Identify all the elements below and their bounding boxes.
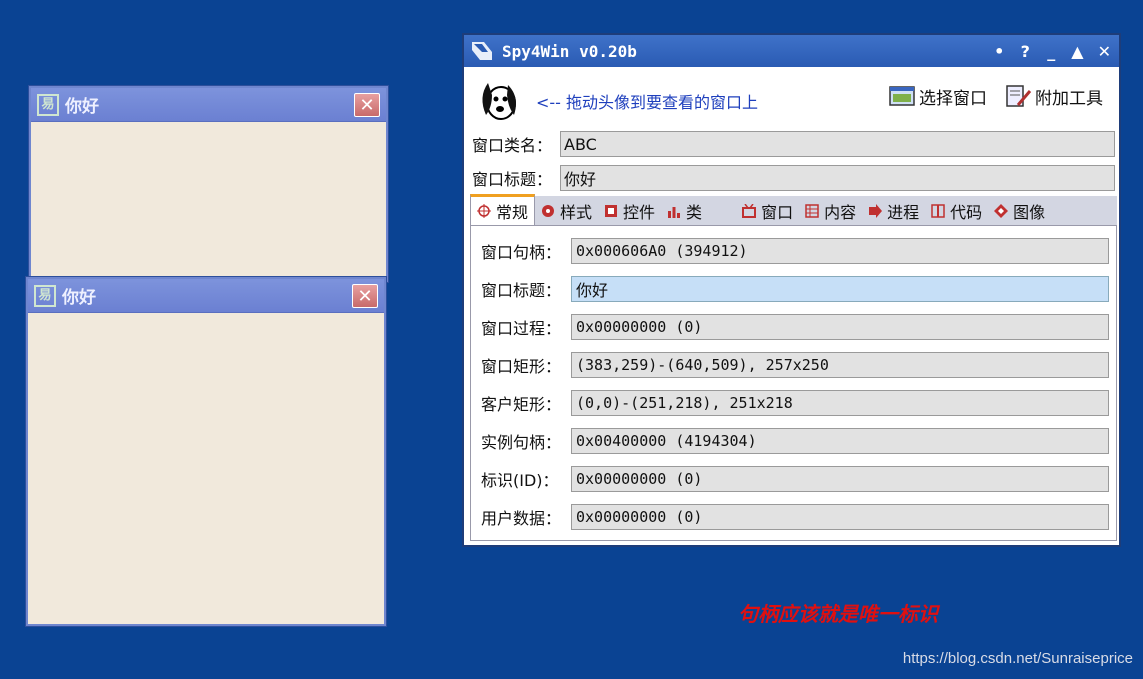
hello-window-2-title: 你好: [62, 288, 96, 308]
tab-window[interactable]: 窗口: [736, 196, 799, 225]
prop-row-userdata: 用户数据： 0x00000000 (0): [481, 504, 1109, 530]
toolbar: <-- 拖动头像到要查看的窗口上 选择窗口 附加工具: [464, 67, 1119, 129]
watermark: https://blog.csdn.net/Sunraiseprice: [902, 650, 1133, 667]
drag-hint-text: <-- 拖动头像到要查看的窗口上: [536, 93, 759, 112]
tab-general[interactable]: 常规: [470, 194, 536, 225]
control-icon: [605, 204, 618, 217]
general-panel: 窗口句柄： 0x000606A0 (394912) 窗口标题： 你好 窗口过程：…: [470, 226, 1117, 541]
pin-button[interactable]: •: [993, 42, 1005, 61]
prop-value-userdata[interactable]: 0x00000000 (0): [571, 504, 1109, 530]
tab-process[interactable]: 进程: [862, 196, 925, 225]
prop-row-id: 标识(ID)： 0x00000000 (0): [481, 466, 1109, 492]
prop-value-caption[interactable]: 你好: [571, 276, 1109, 302]
prop-label: 实例句柄：: [481, 433, 562, 452]
close-icon: ✕: [357, 285, 373, 307]
tools-icon: [1006, 85, 1032, 107]
hello-window-2[interactable]: 易 你好 ✕: [26, 277, 386, 626]
prop-value-handle[interactable]: 0x000606A0 (394912): [571, 238, 1109, 264]
tab-content-label: 内容: [824, 202, 857, 222]
select-window-icon: [889, 86, 915, 106]
prop-value-id[interactable]: 0x00000000 (0): [571, 466, 1109, 492]
prop-label: 窗口标题：: [481, 281, 562, 300]
close-button[interactable]: ✕: [352, 284, 378, 308]
prop-row-wndproc: 窗口过程： 0x00000000 (0): [481, 314, 1109, 340]
prop-label: 客户矩形：: [481, 395, 562, 414]
spy4win-window[interactable]: Spy4Win v0.20b • ? _ ▲ ✕ <-- 拖动头像到要查看的窗口…: [462, 33, 1121, 547]
list-icon: [805, 203, 819, 218]
tab-code-label: 代码: [950, 202, 983, 222]
tab-bar: 常规 样式 控件 类 窗口 内容 进程 代码 图像: [470, 194, 1117, 226]
style-icon: [542, 204, 555, 217]
hello-window-2-titlebar[interactable]: 易 你好 ✕: [28, 279, 384, 313]
tab-controls-label: 控件: [623, 202, 656, 222]
close-button[interactable]: ✕: [1098, 42, 1111, 61]
tab-process-label: 进程: [887, 202, 920, 222]
class-name-field[interactable]: ABC: [560, 131, 1115, 157]
spy4win-title: Spy4Win v0.20b: [502, 41, 637, 61]
prop-row-client-rect: 客户矩形： (0,0)-(251,218), 251x218: [481, 390, 1109, 416]
bar-chart-icon: [668, 206, 681, 218]
image-icon: [994, 203, 1009, 218]
prop-label: 用户数据：: [481, 509, 562, 528]
hello-window-1-titlebar[interactable]: 易 你好 ✕: [31, 88, 386, 122]
close-icon: ✕: [359, 94, 375, 116]
app-icon: 易: [37, 93, 59, 116]
spy4win-logo-icon: [472, 42, 492, 60]
close-button[interactable]: ✕: [354, 93, 380, 117]
window-caption-field[interactable]: 你好: [560, 165, 1115, 191]
help-button[interactable]: ?: [1019, 42, 1031, 61]
prop-label: 窗口过程：: [481, 319, 562, 338]
prop-value-instance[interactable]: 0x00400000 (4194304): [571, 428, 1109, 454]
prop-row-instance: 实例句柄： 0x00400000 (4194304): [481, 428, 1109, 454]
tab-general-label: 常规: [496, 203, 529, 222]
app-icon: 易: [34, 284, 56, 307]
window-icon: [742, 203, 757, 218]
extra-tools-button[interactable]: 附加工具: [1004, 83, 1103, 109]
dog-finder-icon[interactable]: [474, 75, 524, 125]
window-controls: • ? _ ▲ ✕: [993, 35, 1111, 67]
tab-class[interactable]: 类: [661, 196, 736, 225]
process-icon: [869, 203, 883, 218]
select-window-button[interactable]: 选择窗口: [888, 83, 987, 109]
window-caption-row: 窗口标题： 你好: [472, 165, 1115, 191]
tab-style-label: 样式: [560, 202, 593, 222]
tab-style[interactable]: 样式: [535, 196, 598, 225]
tab-content[interactable]: 内容: [799, 196, 862, 225]
prop-value-client-rect[interactable]: (0,0)-(251,218), 251x218: [571, 390, 1109, 416]
prop-label: 窗口句柄：: [481, 243, 562, 262]
collapse-button[interactable]: ▲: [1071, 42, 1083, 61]
tab-controls[interactable]: 控件: [598, 196, 661, 225]
class-name-label: 窗口类名：: [472, 136, 553, 155]
tab-image[interactable]: 图像: [988, 196, 1051, 225]
handle-annotation: 句柄应该就是唯一标识: [738, 602, 938, 626]
prop-value-window-rect[interactable]: (383,259)-(640,509), 257x250: [571, 352, 1109, 378]
spy4win-titlebar[interactable]: Spy4Win v0.20b • ? _ ▲ ✕: [464, 35, 1119, 67]
tab-code[interactable]: 代码: [925, 196, 988, 225]
class-name-row: 窗口类名： ABC: [472, 131, 1115, 157]
code-icon: [931, 203, 945, 218]
prop-row-handle: 窗口句柄： 0x000606A0 (394912): [481, 238, 1109, 264]
select-window-label: 选择窗口: [919, 88, 987, 109]
minimize-button[interactable]: _: [1045, 42, 1057, 61]
prop-value-wndproc[interactable]: 0x00000000 (0): [571, 314, 1109, 340]
hello-window-1[interactable]: 易 你好 ✕: [29, 86, 388, 282]
prop-row-caption: 窗口标题： 你好: [481, 276, 1109, 302]
prop-row-window-rect: 窗口矩形： (383,259)-(640,509), 257x250: [481, 352, 1109, 378]
tab-window-label: 窗口: [761, 202, 794, 222]
tab-image-label: 图像: [1013, 202, 1046, 222]
prop-label: 窗口矩形：: [481, 357, 562, 376]
tab-class-label: 类: [686, 202, 703, 222]
prop-label: 标识(ID)：: [481, 471, 559, 490]
hello-window-1-title: 你好: [65, 97, 99, 117]
crosshair-icon: [477, 204, 491, 218]
extra-tools-label: 附加工具: [1035, 88, 1103, 109]
window-caption-label: 窗口标题：: [472, 170, 553, 189]
